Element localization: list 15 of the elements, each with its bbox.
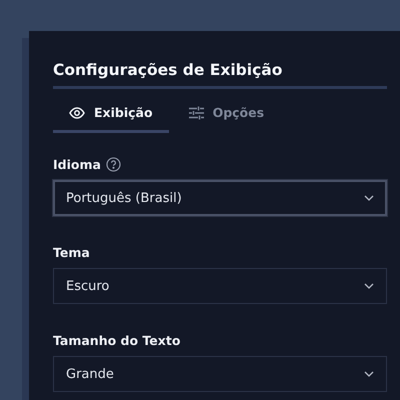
chevron-down-icon [364,371,374,377]
chevron-down-icon [364,283,374,289]
sliders-icon [188,106,204,120]
chevron-down-icon [364,195,374,201]
panel-title: Configurações de Exibição [53,61,387,89]
tab[interactable]: Opções [172,95,280,133]
field-label: Tamanho do Texto [53,333,180,348]
dropdown[interactable]: Escuro [53,268,387,304]
help-icon [106,157,121,172]
dropdown[interactable]: Grande [53,356,387,392]
dropdown[interactable]: Português (Brasil) [53,180,387,216]
field-label: Idioma [53,157,101,172]
field-label: Tema [53,245,90,260]
tab[interactable]: Exibição [53,95,169,133]
eye-icon [69,106,85,118]
